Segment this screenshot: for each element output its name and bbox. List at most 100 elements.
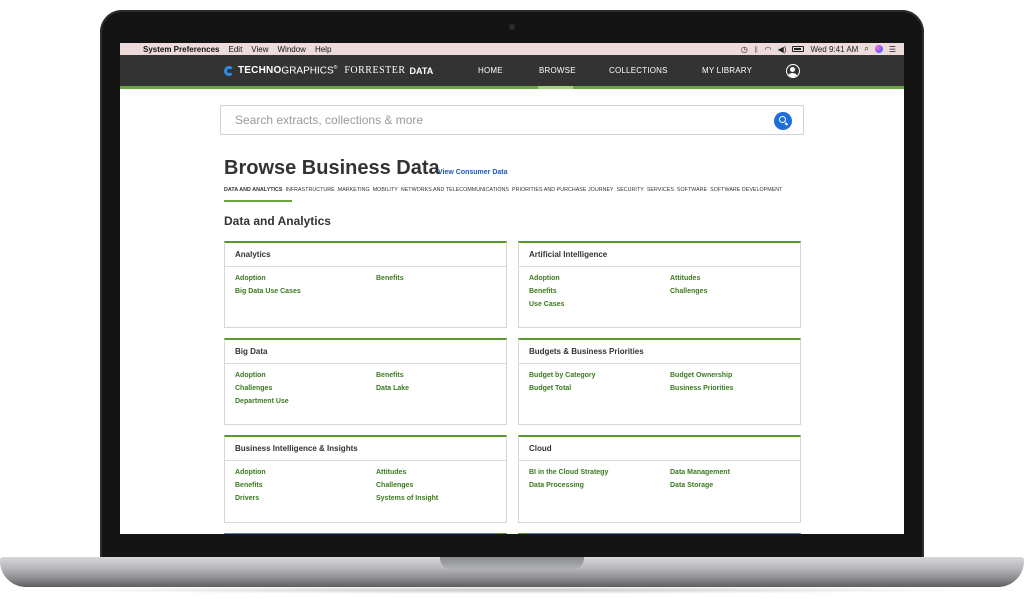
volume-icon[interactable]: ◀) xyxy=(778,45,787,54)
screen: System Preferences Edit View Window Help… xyxy=(120,43,904,534)
search-bar xyxy=(220,105,804,135)
card-link[interactable]: Attitudes xyxy=(670,275,800,282)
camera xyxy=(509,24,515,30)
logo-text-techno: TECHNO xyxy=(238,65,282,77)
card-link[interactable]: Systems of Insight xyxy=(376,495,506,502)
nav-my-library[interactable]: MY LIBRARY xyxy=(702,55,752,86)
section-title: Data and Analytics xyxy=(224,214,331,228)
card-links: Budget by Category Budget Ownership Budg… xyxy=(519,364,800,392)
card-link[interactable]: Adoption xyxy=(235,372,376,379)
menu-edit[interactable]: Edit xyxy=(229,45,243,54)
site-header: TECHNO GRAPHICS® FORRESTER DATA HOME BRO… xyxy=(120,55,904,89)
tab-software[interactable]: SOFTWARE xyxy=(677,187,707,193)
card-analytics: Analytics Adoption Benefits Big Data Use… xyxy=(224,241,507,328)
card-link[interactable]: Drivers xyxy=(235,495,376,502)
card-title: Business Intelligence & Insights xyxy=(225,437,506,461)
menu-app-name[interactable]: System Preferences xyxy=(143,45,220,54)
card-links: Adoption Benefits Challenges Data Lake D… xyxy=(225,364,506,405)
card-link[interactable]: Challenges xyxy=(376,482,506,489)
card-link[interactable]: Benefits xyxy=(529,288,670,295)
card-budgets-business-priorities: Budgets & Business Priorities Budget by … xyxy=(518,338,801,425)
card-title: Budgets & Business Priorities xyxy=(519,340,800,364)
menubar-status: ◷ ᛒ ◠ ◀) Wed 9:41 AM ⌕ ☰ xyxy=(741,43,896,55)
tab-data-and-analytics[interactable]: DATA AND ANALYTICS xyxy=(224,187,282,193)
spotlight-icon[interactable]: ⌕ xyxy=(864,44,868,54)
tab-security[interactable]: SECURITY xyxy=(617,187,644,193)
tab-networks-and-telecommunications[interactable]: NETWORKS AND TELECOMMUNICATIONS xyxy=(401,187,509,193)
wifi-icon[interactable]: ◠ xyxy=(765,45,772,54)
logo-trademark: ® xyxy=(333,65,338,71)
laptop-shadow xyxy=(40,586,984,594)
card-links: BI in the Cloud Strategy Data Management… xyxy=(519,461,800,489)
card-title: Analytics xyxy=(225,243,506,267)
tab-marketing[interactable]: MARKETING xyxy=(338,187,370,193)
card-link[interactable]: Challenges xyxy=(670,288,800,295)
siri-icon[interactable] xyxy=(874,45,883,53)
card-link[interactable]: Data Storage xyxy=(670,482,800,489)
card-title: Big Data xyxy=(225,340,506,364)
card-link[interactable]: Big Data Use Cases xyxy=(235,288,376,295)
page-title: Browse Business Data xyxy=(224,157,440,179)
card-artificial-intelligence: Artificial Intelligence Adoption Attitud… xyxy=(518,241,801,328)
card-link[interactable]: Data Processing xyxy=(529,482,670,489)
card-link[interactable]: Adoption xyxy=(235,469,376,476)
card-big-data: Big Data Adoption Benefits Challenges Da… xyxy=(224,338,507,425)
menubar-clock[interactable]: Wed 9:41 AM xyxy=(810,45,858,54)
notification-center-icon[interactable]: ☰ xyxy=(889,45,896,54)
menu-help[interactable]: Help xyxy=(315,45,331,54)
card-link[interactable]: BI in the Cloud Strategy xyxy=(529,469,670,476)
logo-graphics-word: GRAPHICS xyxy=(281,65,334,77)
nav-collections[interactable]: COLLECTIONS xyxy=(609,55,668,86)
card-cloud: Cloud BI in the Cloud Strategy Data Mana… xyxy=(518,435,801,523)
tab-priorities-and-purchase-journey[interactable]: PRIORITIES AND PURCHASE JOURNEY xyxy=(512,187,614,193)
card-link[interactable]: Benefits xyxy=(235,482,376,489)
card-link[interactable]: Budget Ownership xyxy=(670,372,800,379)
card-link[interactable]: Benefits xyxy=(376,275,506,282)
card-link[interactable]: Business Priorities xyxy=(670,385,800,392)
card-partial xyxy=(224,533,507,534)
card-link[interactable]: Data Lake xyxy=(376,385,506,392)
search-button[interactable] xyxy=(774,112,792,130)
menubar: System Preferences Edit View Window Help… xyxy=(120,43,904,55)
search-input[interactable] xyxy=(221,106,741,134)
card-link[interactable]: Challenges xyxy=(235,385,376,392)
active-category-underline xyxy=(224,200,292,202)
nav-active-indicator xyxy=(538,86,573,89)
logo-text-data: DATA xyxy=(409,65,434,76)
card-link[interactable]: Data Management xyxy=(670,469,800,476)
nav-home[interactable]: HOME xyxy=(478,55,503,86)
menu-window[interactable]: Window xyxy=(278,45,306,54)
card-link[interactable]: Budget Total xyxy=(529,385,670,392)
card-business-intelligence-insights: Business Intelligence & Insights Adoptio… xyxy=(224,435,507,523)
card-title: Cloud xyxy=(519,437,800,461)
tab-services[interactable]: SERVICES xyxy=(647,187,674,193)
bluetooth-icon[interactable]: ᛒ xyxy=(754,45,759,54)
menu-view[interactable]: View xyxy=(251,45,268,54)
battery-icon[interactable] xyxy=(792,46,805,52)
category-tabs: DATA AND ANALYTICS INFRASTRUCTURE MARKET… xyxy=(224,187,785,193)
card-link[interactable]: Adoption xyxy=(529,275,670,282)
technographics-logo[interactable]: TECHNO GRAPHICS® FORRESTER DATA xyxy=(224,65,433,76)
nav-browse[interactable]: BROWSE xyxy=(539,55,576,86)
card-links: Adoption Benefits Big Data Use Cases xyxy=(225,267,506,295)
tab-software-development[interactable]: SOFTWARE DEVELOPMENT xyxy=(710,187,782,193)
user-account-icon[interactable] xyxy=(786,64,800,78)
time-machine-icon[interactable]: ◷ xyxy=(741,45,748,54)
card-link[interactable]: Benefits xyxy=(376,372,506,379)
card-link[interactable]: Attitudes xyxy=(376,469,506,476)
logo-mark-icon xyxy=(224,65,234,76)
view-consumer-data-link[interactable]: View Consumer Data xyxy=(438,169,508,176)
logo-text-forrester: FORRESTER xyxy=(344,65,406,77)
card-link[interactable]: Use Cases xyxy=(529,301,670,308)
tab-mobility[interactable]: MOBILITY xyxy=(373,187,398,193)
laptop-notch xyxy=(440,557,584,570)
card-link[interactable]: Department Use xyxy=(235,398,376,405)
card-title: Artificial Intelligence xyxy=(519,243,800,267)
card-links: Adoption Attitudes Benefits Challenges D… xyxy=(225,461,506,502)
tab-infrastructure[interactable]: INFRASTRUCTURE xyxy=(285,187,334,193)
card-partial xyxy=(518,533,801,534)
logo-text-graphics: GRAPHICS® xyxy=(281,65,337,76)
card-link[interactable]: Budget by Category xyxy=(529,372,670,379)
card-link[interactable]: Adoption xyxy=(235,275,376,282)
card-links: Adoption Attitudes Benefits Challenges U… xyxy=(519,267,800,308)
